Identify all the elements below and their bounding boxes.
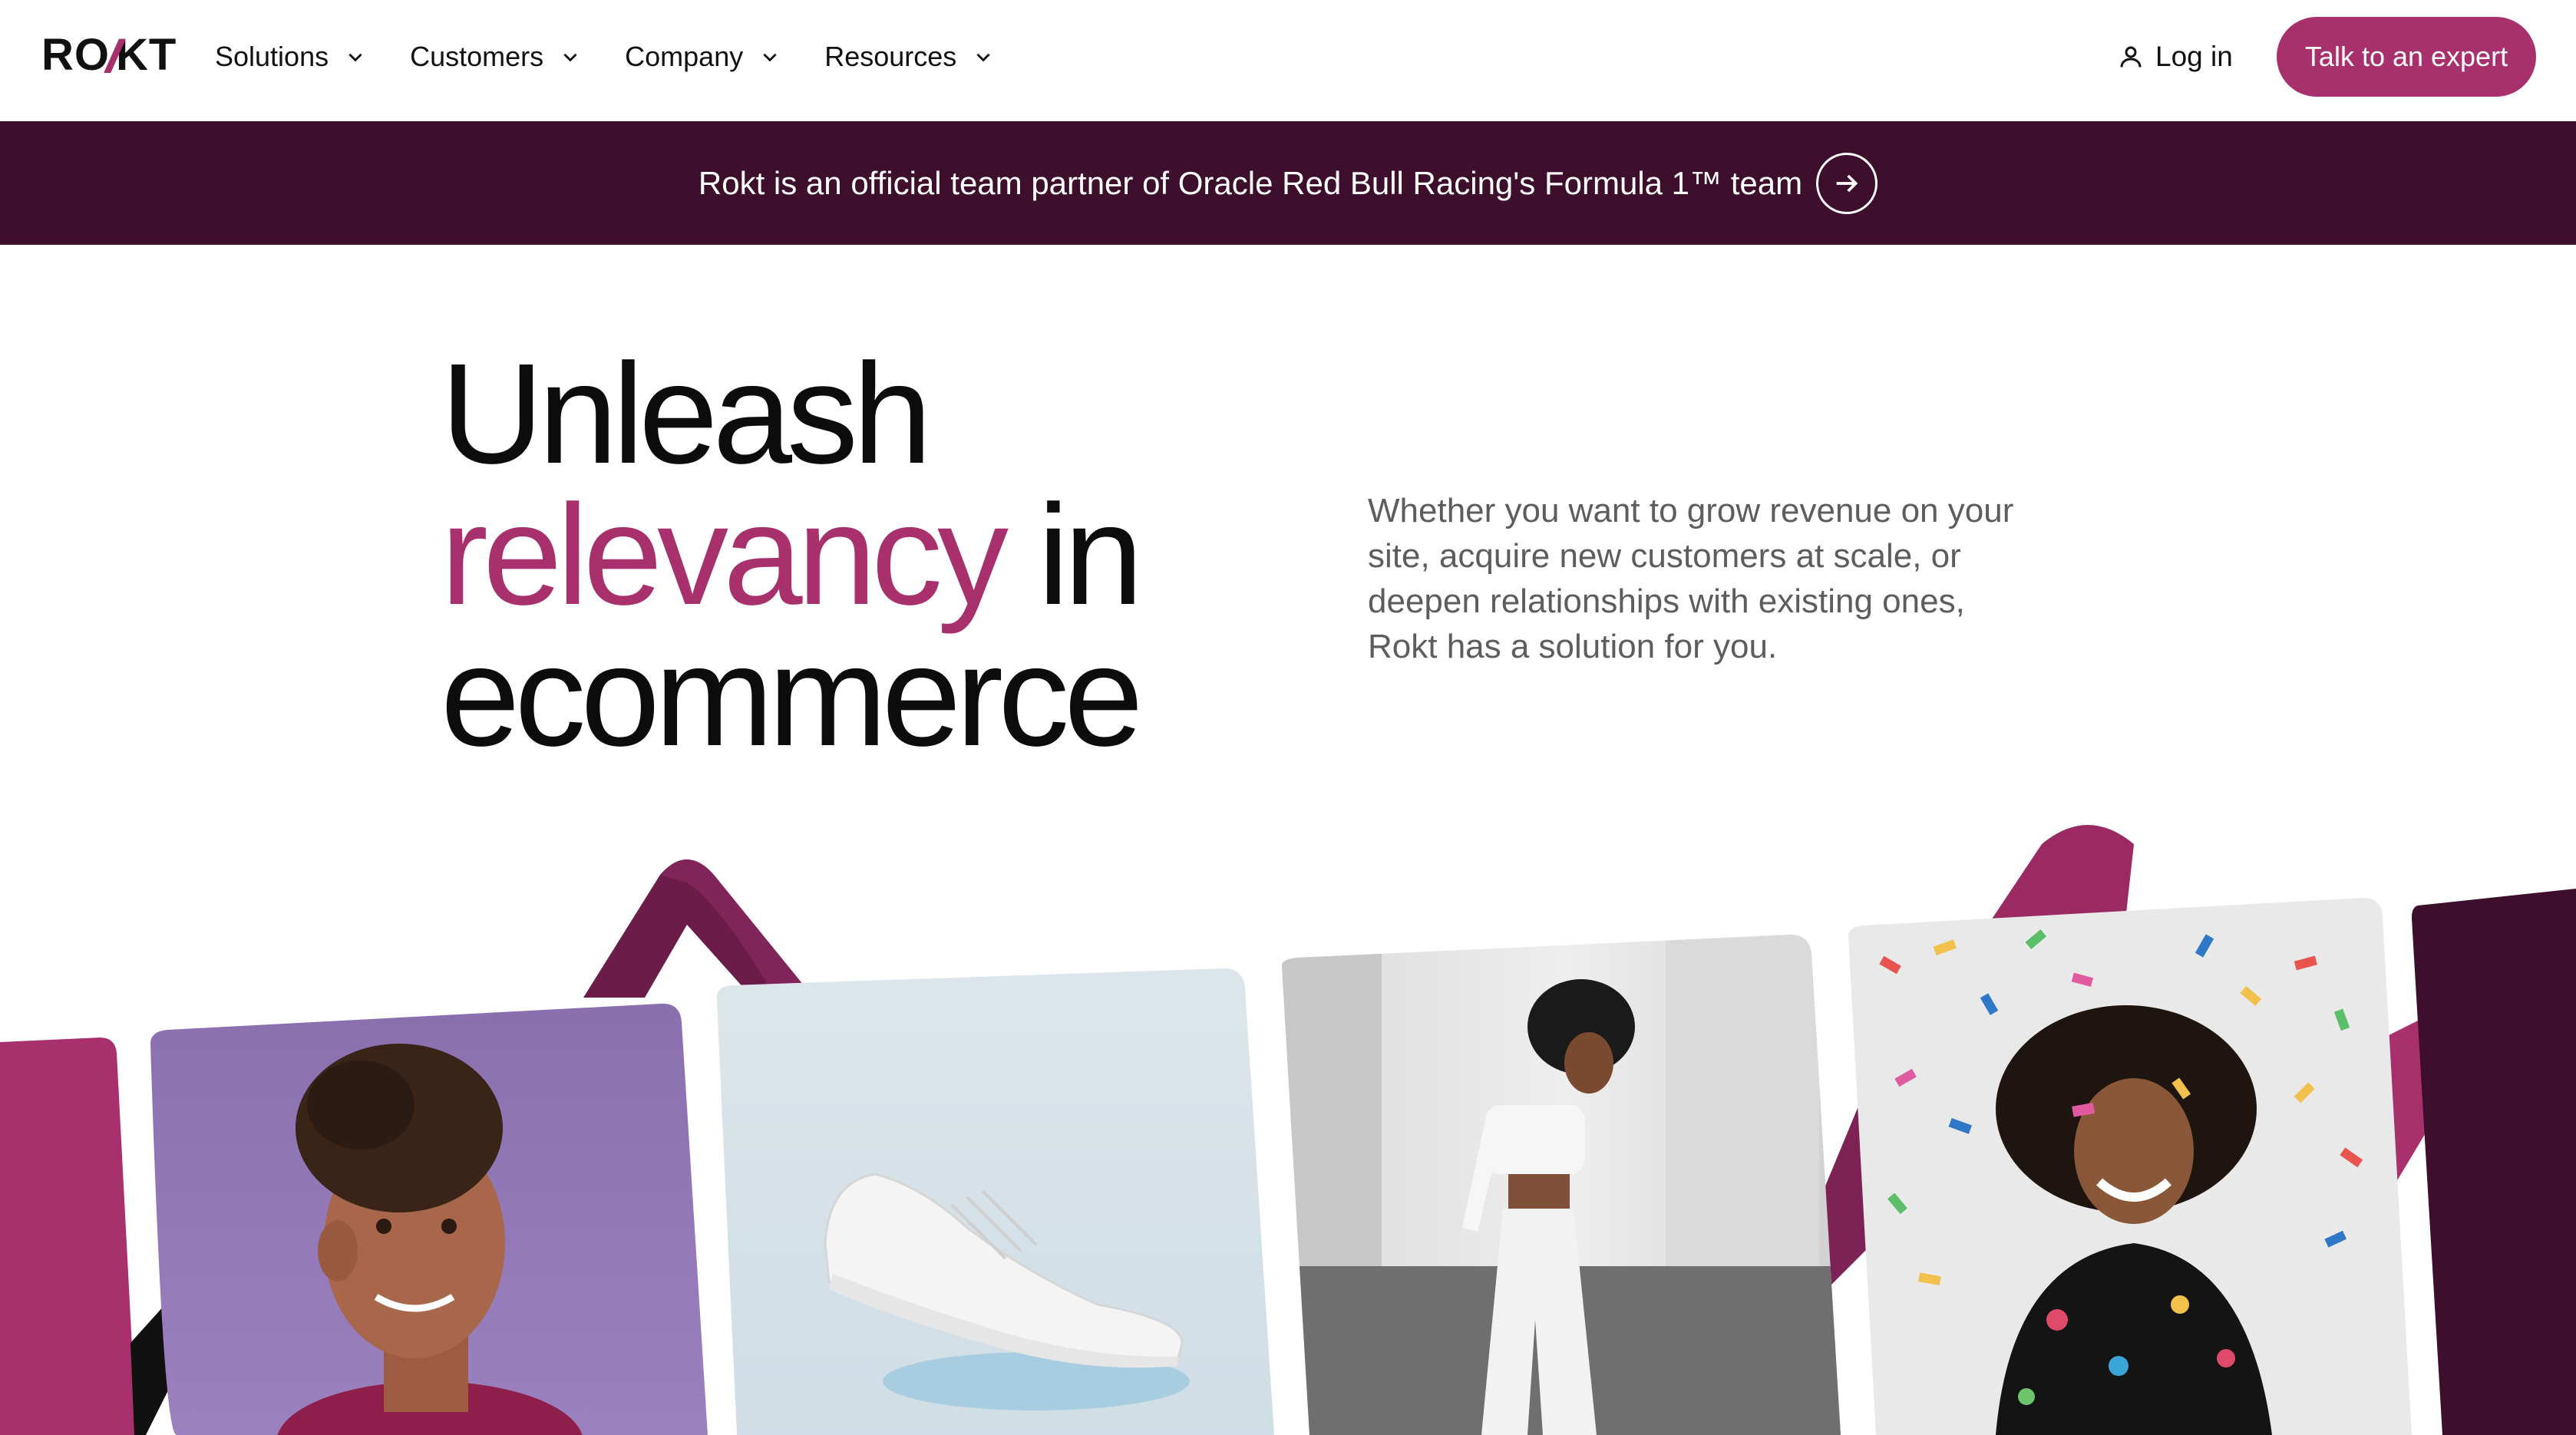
decorative-left-bar bbox=[0, 1037, 137, 1435]
login-label: Log in bbox=[2155, 41, 2233, 72]
decorative-right-bar bbox=[2412, 889, 2576, 1435]
smiling-woman-photo bbox=[150, 1003, 708, 1435]
hero-gallery bbox=[0, 825, 2576, 1435]
announcement-banner[interactable]: Rokt is an official team partner of Orac… bbox=[0, 121, 2576, 245]
banner-text: Rokt is an official team partner of Orac… bbox=[698, 164, 1803, 201]
cta-label: Talk to an expert bbox=[2304, 41, 2508, 72]
hero-headline: Unleash relevancy in ecommerce bbox=[441, 343, 1144, 768]
menu-company[interactable]: Company bbox=[625, 41, 780, 73]
menu-customers-label: Customers bbox=[410, 41, 544, 72]
woman-walking-street-photo bbox=[1282, 935, 1841, 1435]
menu-solutions[interactable]: Solutions bbox=[215, 41, 365, 73]
chevron-down-icon bbox=[563, 53, 577, 62]
headline-line-1: Unleash bbox=[441, 335, 932, 493]
headline-line-2-rest: in bbox=[1003, 476, 1144, 635]
headline-line-3: ecommerce bbox=[441, 617, 1144, 776]
woman-confetti-photo bbox=[1848, 898, 2412, 1435]
headline-accent-word: relevancy bbox=[441, 476, 1009, 635]
user-icon bbox=[2120, 46, 2142, 68]
menu-resources[interactable]: Resources bbox=[824, 41, 993, 73]
hero-subtext: Whether you want to grow revenue on your… bbox=[1368, 492, 2014, 665]
arrow-right-circle-icon[interactable] bbox=[1816, 152, 1878, 214]
chevron-down-icon bbox=[348, 53, 362, 62]
chevron-down-icon bbox=[763, 53, 777, 62]
menu-resources-label: Resources bbox=[824, 41, 957, 72]
menu-company-label: Company bbox=[625, 41, 744, 72]
menu-solutions-label: Solutions bbox=[215, 41, 329, 72]
login-link[interactable]: Log in bbox=[2117, 35, 2233, 78]
logo-slash-mark bbox=[104, 39, 126, 73]
chevron-down-icon bbox=[976, 53, 990, 62]
top-navigation: RO KT Solutions Customers Company Resourc… bbox=[0, 0, 2576, 121]
talk-to-expert-button[interactable]: Talk to an expert bbox=[2277, 17, 2536, 97]
rokt-logo[interactable]: RO KT bbox=[41, 32, 177, 78]
white-sneaker-photo bbox=[717, 968, 1274, 1435]
menu-customers[interactable]: Customers bbox=[410, 41, 580, 73]
main-menu: Solutions Customers Company Resources bbox=[215, 0, 993, 114]
